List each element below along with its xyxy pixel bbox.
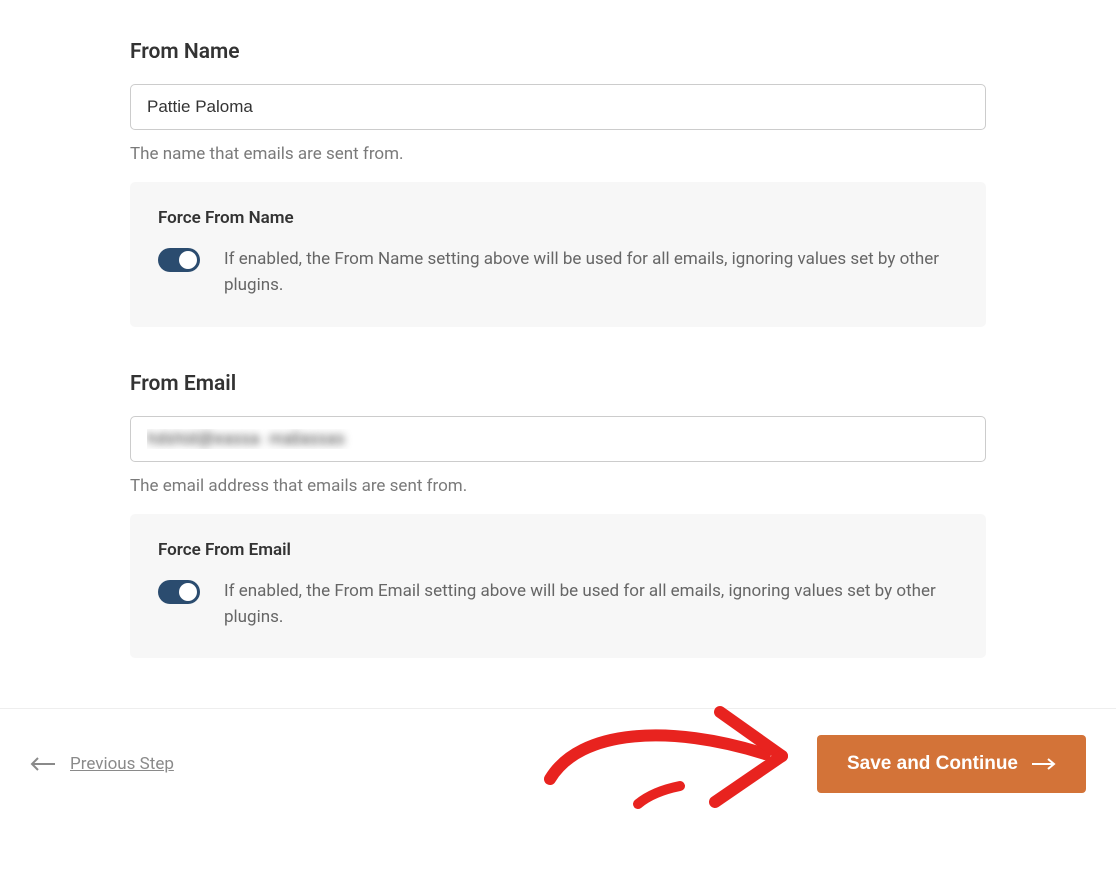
from-name-help: The name that emails are sent from. [130,144,986,164]
wizard-footer: Previous Step Save and Continue [0,708,1116,815]
force-from-name-description: If enabled, the From Name setting above … [224,246,958,299]
from-email-label: From Email [130,372,986,396]
arrow-right-icon [1032,758,1056,770]
from-email-section: From Email The email address that emails… [130,372,986,659]
annotation-arrow-icon [520,694,810,828]
from-email-input[interactable] [130,416,986,462]
from-name-input[interactable] [130,84,986,130]
previous-step-link[interactable]: Previous Step [30,754,174,774]
arrow-left-icon [30,757,56,771]
from-name-section: From Name The name that emails are sent … [130,40,986,327]
force-from-name-title: Force From Name [158,208,958,228]
save-and-continue-button[interactable]: Save and Continue [817,735,1086,793]
force-from-name-toggle[interactable] [158,248,200,272]
from-name-label: From Name [130,40,986,64]
save-button-label: Save and Continue [847,753,1018,775]
force-from-email-panel: Force From Email If enabled, the From Em… [130,514,986,659]
force-from-email-toggle[interactable] [158,580,200,604]
previous-step-label: Previous Step [70,754,174,774]
force-from-email-description: If enabled, the From Email setting above… [224,578,958,631]
force-from-name-panel: Force From Name If enabled, the From Nam… [130,182,986,327]
from-email-help: The email address that emails are sent f… [130,476,986,496]
force-from-email-title: Force From Email [158,540,958,560]
